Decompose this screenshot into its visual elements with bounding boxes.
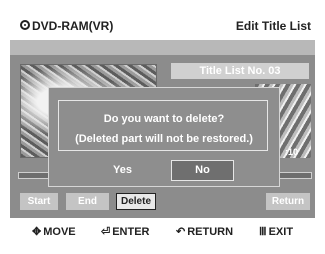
screen-title: Edit Title List	[235, 19, 311, 33]
footer-return-label: RETURN	[187, 226, 234, 238]
enter-icon: ⏎	[101, 226, 111, 238]
delete-button[interactable]: Delete	[116, 193, 156, 210]
move-arrows-icon: ✥	[32, 226, 42, 238]
yes-button[interactable]: Yes	[91, 160, 154, 181]
footer-enter-label: ENTER	[112, 226, 150, 238]
time-readout: :10	[285, 147, 299, 157]
footer-enter: ⏎ ENTER	[101, 225, 150, 238]
dialog-note: (Deleted part will not be restored.)	[75, 133, 253, 145]
title-list-number: Title List No. 03	[171, 63, 309, 79]
return-icon: ↶	[176, 226, 186, 238]
no-button[interactable]: No	[171, 160, 234, 181]
footer-help-bar: ✥ MOVE ⏎ ENTER ↶ RETURN Ⅲ EXIT	[10, 220, 315, 242]
edit-title-list-screen: DVD-RAM(VR) Edit Title List Title List N…	[0, 0, 325, 254]
footer-exit-label: EXIT	[268, 226, 294, 238]
disc-icon	[20, 20, 30, 30]
exit-icon: Ⅲ	[259, 226, 267, 238]
footer-move-label: MOVE	[43, 226, 76, 238]
return-button[interactable]: Return	[266, 193, 310, 210]
dialog-message: Do you want to delete?	[103, 113, 225, 125]
start-button[interactable]: Start	[20, 193, 58, 210]
footer-return: ↶ RETURN	[176, 225, 233, 238]
end-button[interactable]: End	[66, 193, 109, 210]
disc-label: DVD-RAM(VR)	[32, 19, 114, 33]
footer-exit: Ⅲ EXIT	[259, 225, 293, 238]
footer-move: ✥ MOVE	[32, 225, 76, 238]
header-band	[10, 40, 315, 55]
header-bar: DVD-RAM(VR) Edit Title List	[10, 15, 315, 37]
